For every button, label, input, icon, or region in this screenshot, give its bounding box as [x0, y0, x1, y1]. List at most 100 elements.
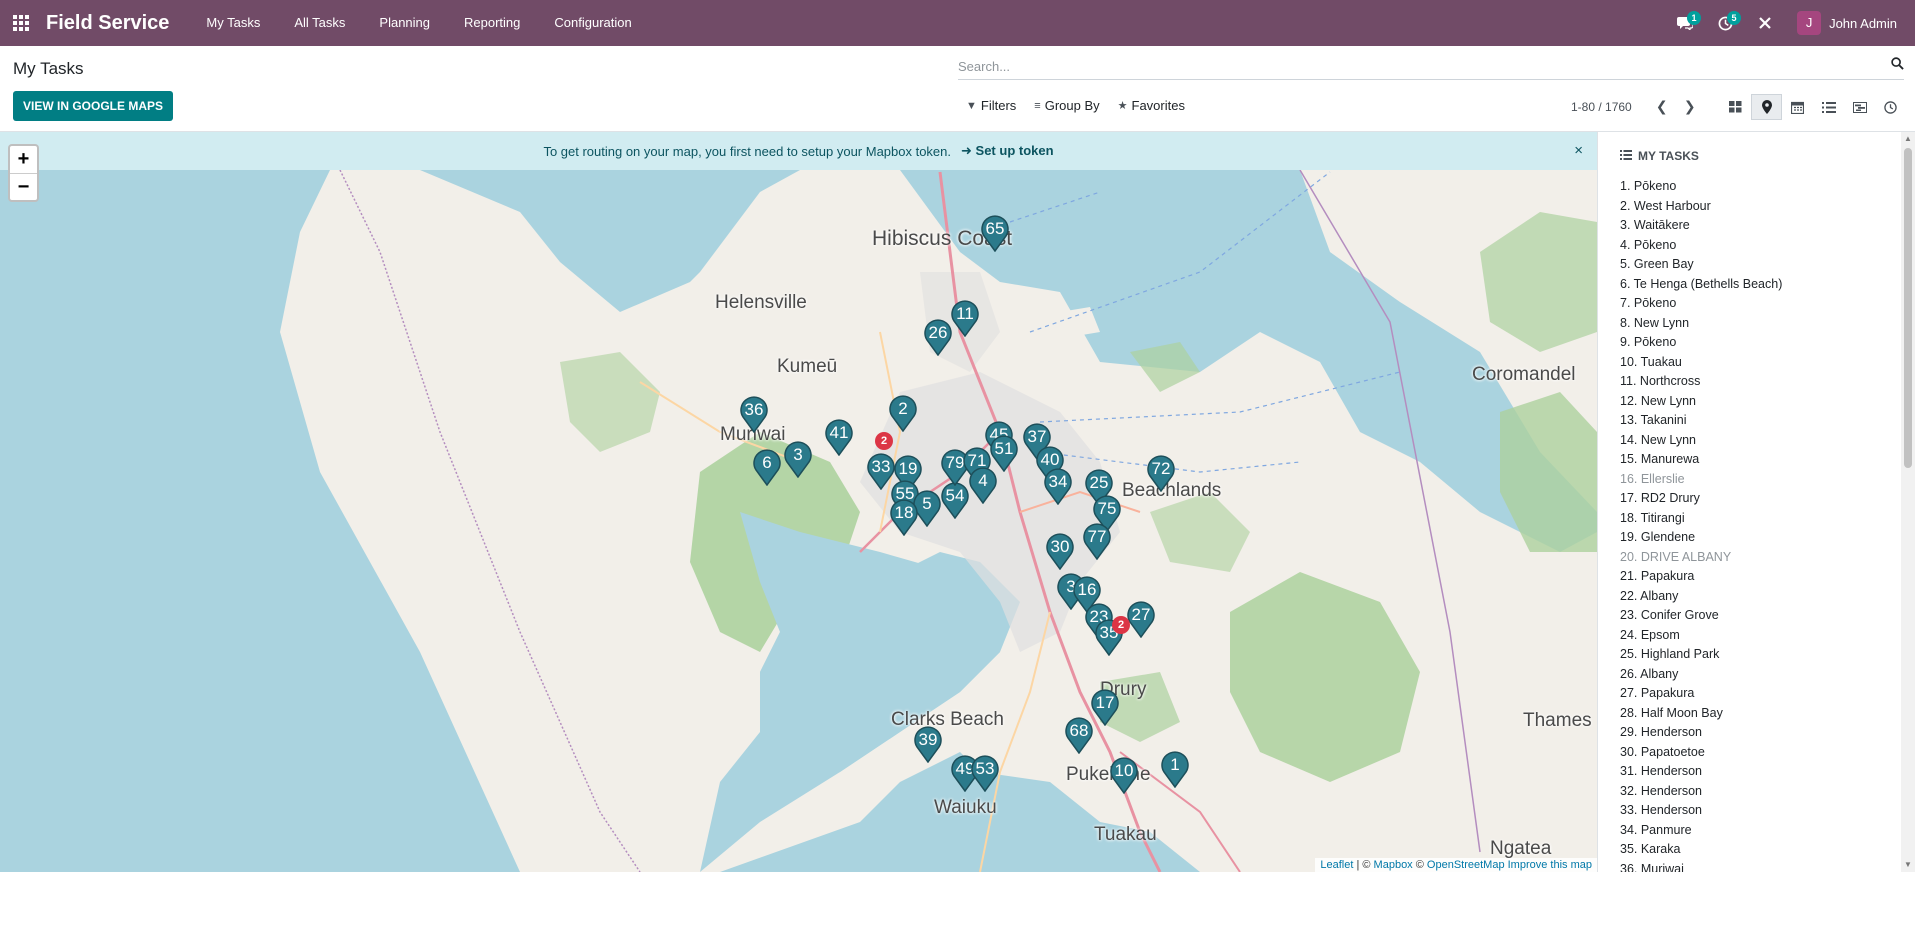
map-view-icon[interactable]	[1751, 94, 1782, 120]
mapbox-link[interactable]: Mapbox	[1374, 859, 1413, 871]
task-list-item[interactable]: 29. Henderson	[1620, 723, 1782, 743]
task-list-item[interactable]: 10. Tuakau	[1620, 353, 1782, 373]
task-list-item[interactable]: 19. Glendene	[1620, 528, 1782, 548]
task-pin[interactable]: 41	[824, 418, 854, 456]
task-pin[interactable]: 36	[739, 395, 769, 433]
task-list-item[interactable]: 35. Karaka	[1620, 840, 1782, 860]
improve-map-link[interactable]: Improve this map	[1508, 859, 1592, 871]
menu-all-tasks[interactable]: All Tasks	[277, 0, 362, 46]
task-pin[interactable]: 4	[968, 466, 998, 504]
task-pin[interactable]: 3	[783, 440, 813, 478]
cluster-badge[interactable]: 2	[875, 432, 893, 450]
task-pin[interactable]: 26	[923, 318, 953, 356]
panel-scrollbar[interactable]: ▲ ▼	[1901, 132, 1915, 872]
task-pin[interactable]: 17	[1090, 688, 1120, 726]
task-pin[interactable]: 10	[1109, 756, 1139, 794]
apps-menu-icon[interactable]	[0, 0, 42, 46]
task-list-item[interactable]: 2. West Harbour	[1620, 197, 1782, 217]
messages-button[interactable]: 1	[1665, 0, 1705, 46]
task-list-item[interactable]: 4. Pōkeno	[1620, 236, 1782, 256]
leaflet-link[interactable]: Leaflet	[1320, 859, 1353, 871]
task-pin[interactable]: 39	[913, 725, 943, 763]
task-pin[interactable]: 30	[1045, 532, 1075, 570]
scroll-up-icon[interactable]: ▲	[1904, 135, 1912, 143]
gantt-view-icon[interactable]	[1844, 94, 1875, 120]
task-pin[interactable]: 68	[1064, 716, 1094, 754]
task-pin[interactable]: 72	[1146, 454, 1176, 492]
task-list-item[interactable]: 3. Waitākere	[1620, 216, 1782, 236]
task-pin[interactable]: 54	[940, 481, 970, 519]
favorites-dropdown[interactable]: ★ Favorites	[1118, 98, 1185, 113]
task-list-item[interactable]: 8. New Lynn	[1620, 314, 1782, 334]
task-list-item[interactable]: 7. Pōkeno	[1620, 294, 1782, 314]
task-list-item[interactable]: 15. Manurewa	[1620, 450, 1782, 470]
kanban-view-icon[interactable]	[1720, 94, 1751, 120]
task-list-item[interactable]: 28. Half Moon Bay	[1620, 704, 1782, 724]
task-list-item[interactable]: 27. Papakura	[1620, 684, 1782, 704]
search-input[interactable]	[958, 54, 1858, 78]
calendar-view-icon[interactable]	[1782, 94, 1813, 120]
zoom-in-button[interactable]: +	[10, 146, 37, 173]
group-by-dropdown[interactable]: ≡ Group By	[1034, 98, 1099, 113]
task-list-item[interactable]: 18. Titirangi	[1620, 509, 1782, 529]
pager-next-icon[interactable]: ❯	[1676, 98, 1704, 115]
menu-planning[interactable]: Planning	[362, 0, 447, 46]
task-pin[interactable]: 2	[888, 394, 918, 432]
banner-close-icon[interactable]: ×	[1574, 142, 1583, 159]
menu-reporting[interactable]: Reporting	[447, 0, 537, 46]
task-list-item[interactable]: 1. Pōkeno	[1620, 177, 1782, 197]
task-pin[interactable]: 34	[1043, 467, 1073, 505]
task-list-item[interactable]: 5. Green Bay	[1620, 255, 1782, 275]
task-list-item[interactable]: 24. Epsom	[1620, 626, 1782, 646]
search-icon[interactable]	[1891, 57, 1904, 73]
task-pin[interactable]: 53	[970, 754, 1000, 792]
task-pin[interactable]: 18	[889, 498, 919, 536]
task-list-item[interactable]: 13. Takanini	[1620, 411, 1782, 431]
task-pin[interactable]: 77	[1082, 522, 1112, 560]
task-list-item[interactable]: 30. Papatoetoe	[1620, 743, 1782, 763]
task-list-item[interactable]: 32. Henderson	[1620, 782, 1782, 802]
task-list-item[interactable]: 25. Highland Park	[1620, 645, 1782, 665]
cluster-badge[interactable]: 2	[1112, 616, 1130, 634]
scroll-down-icon[interactable]: ▼	[1904, 861, 1912, 869]
task-list-item[interactable]: 20. DRIVE ALBANY	[1620, 548, 1782, 568]
task-list-item[interactable]: 36. Muriwai	[1620, 860, 1782, 873]
pager-previous-icon[interactable]: ❮	[1648, 98, 1676, 115]
pager-value[interactable]: 1-80 / 1760	[1571, 100, 1632, 114]
task-pin[interactable]: 1	[1160, 750, 1190, 788]
task-pin[interactable]: 6	[752, 448, 782, 486]
task-list-item[interactable]: 12. New Lynn	[1620, 392, 1782, 412]
openstreetmap-link[interactable]: OpenStreetMap	[1427, 859, 1505, 871]
activities-button[interactable]: 5	[1705, 0, 1745, 46]
setup-token-link[interactable]: ➜ Set up token	[961, 143, 1054, 159]
task-list-item[interactable]: 34. Panmure	[1620, 821, 1782, 841]
map-canvas[interactable]: To get routing on your map, you first ne…	[0, 132, 1597, 872]
task-list-item[interactable]: 16. Ellerslie	[1620, 470, 1782, 490]
menu-my-tasks[interactable]: My Tasks	[189, 0, 277, 46]
scrollbar-thumb[interactable]	[1904, 148, 1912, 468]
task-list-item[interactable]: 23. Conifer Grove	[1620, 606, 1782, 626]
debug-tools-button[interactable]	[1745, 0, 1785, 46]
task-list-item[interactable]: 14. New Lynn	[1620, 431, 1782, 451]
app-name[interactable]: Field Service	[46, 12, 169, 35]
task-list-item[interactable]: 21. Papakura	[1620, 567, 1782, 587]
task-list-item[interactable]: 11. Northcross	[1620, 372, 1782, 392]
task-list-item[interactable]: 22. Albany	[1620, 587, 1782, 607]
task-pin[interactable]: 33	[866, 452, 896, 490]
user-menu[interactable]: J John Admin	[1797, 11, 1897, 35]
view-in-google-maps-button[interactable]: VIEW IN GOOGLE MAPS	[13, 91, 174, 121]
task-list-item[interactable]: 6. Te Henga (Bethells Beach)	[1620, 275, 1782, 295]
task-list-item[interactable]: 17. RD2 Drury	[1620, 489, 1782, 509]
activity-view-icon[interactable]	[1875, 94, 1906, 120]
zoom-out-button[interactable]: −	[10, 173, 37, 200]
task-pin[interactable]: 65	[980, 214, 1010, 252]
task-list-item[interactable]: 31. Henderson	[1620, 762, 1782, 782]
task-pin[interactable]: 27	[1126, 600, 1156, 638]
list-view-icon[interactable]	[1813, 94, 1844, 120]
task-list-item[interactable]: 9. Pōkeno	[1620, 333, 1782, 353]
menu-configuration[interactable]: Configuration	[537, 0, 648, 46]
task-list-item[interactable]: 26. Albany	[1620, 665, 1782, 685]
task-list-item[interactable]: 33. Henderson	[1620, 801, 1782, 821]
filters-dropdown[interactable]: ▼ Filters	[966, 98, 1016, 113]
task-pin[interactable]: 11	[950, 299, 980, 337]
